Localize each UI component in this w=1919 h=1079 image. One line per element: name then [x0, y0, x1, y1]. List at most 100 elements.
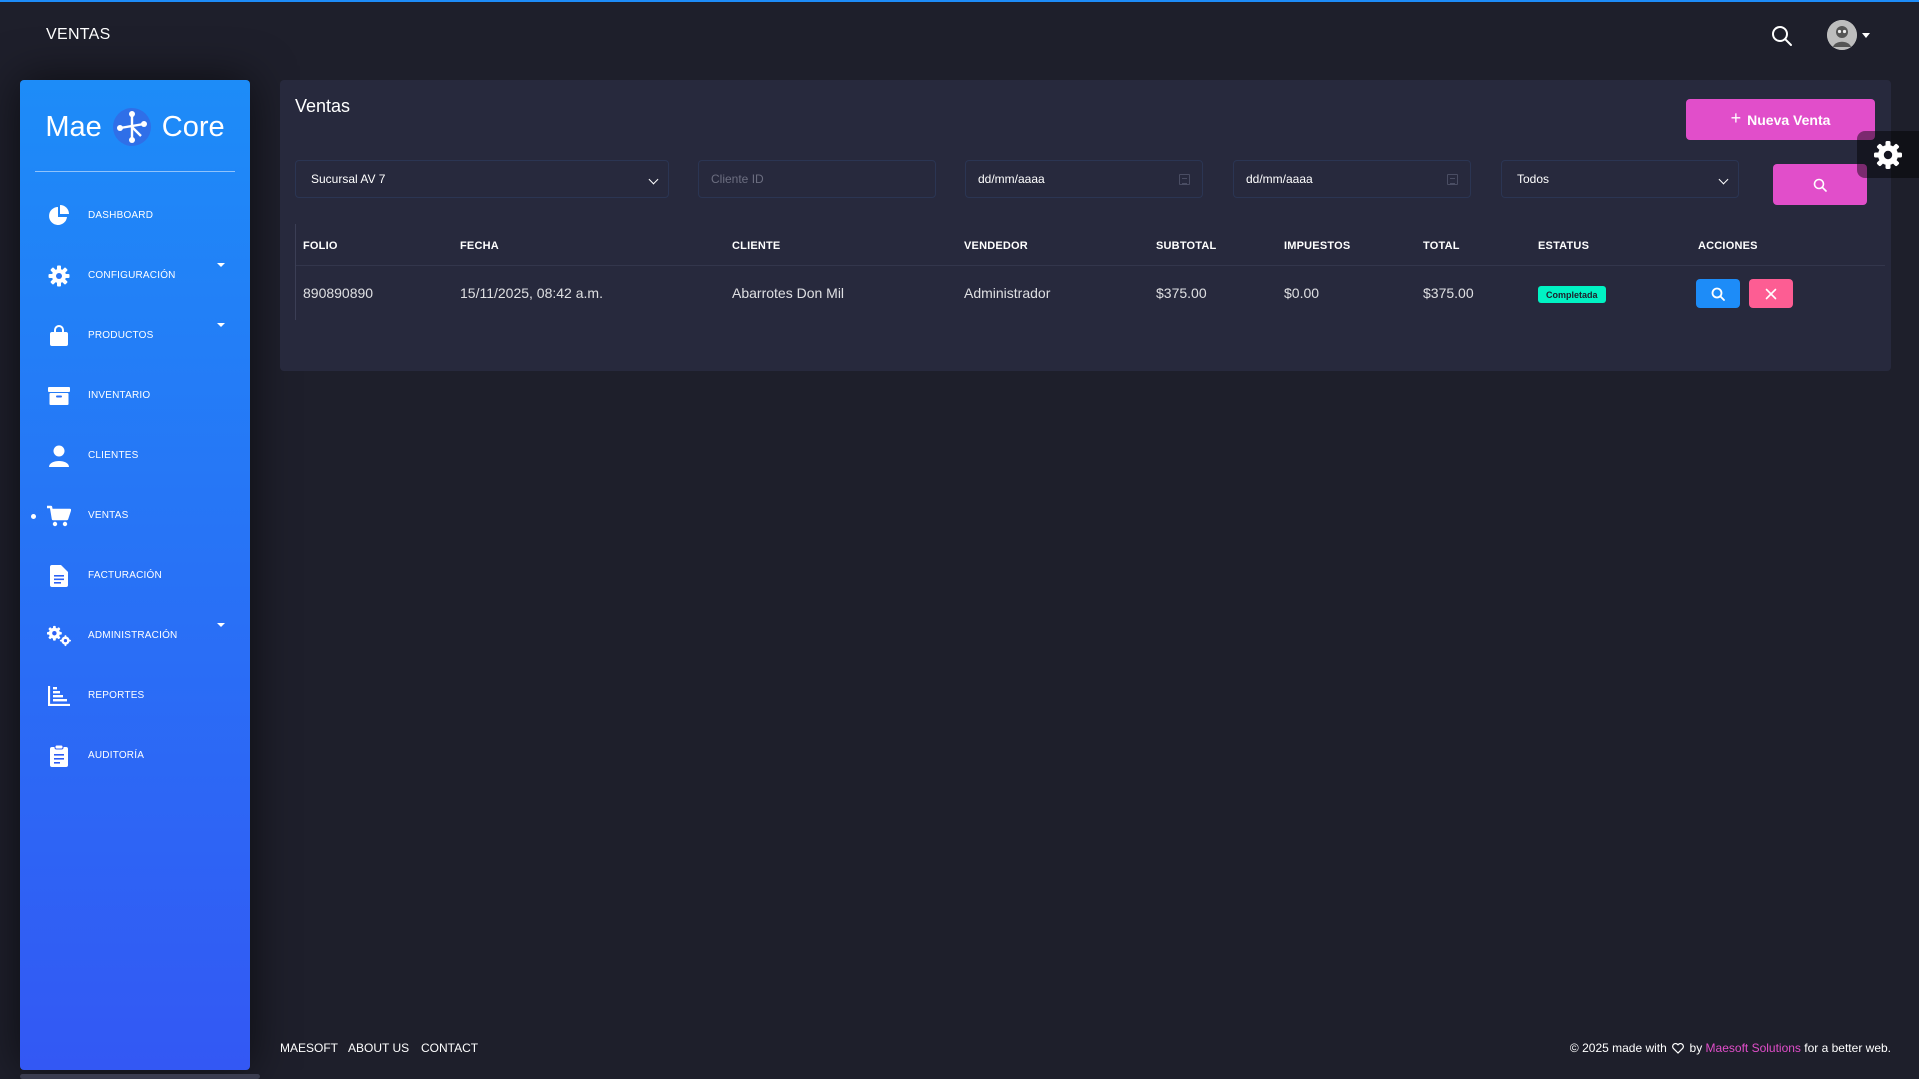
chevron-down-icon: [217, 623, 225, 627]
status-select-value: Todos: [1517, 172, 1550, 186]
column-header[interactable]: SUBTOTAL: [1156, 240, 1216, 252]
copyright-by: by: [1689, 1041, 1703, 1055]
sidebar-item-productos[interactable]: PRODUCTOS: [20, 316, 250, 356]
cell-subtotal: $375.00: [1156, 285, 1207, 301]
cell-folio: 890890890: [303, 285, 374, 301]
sidebar-item-label: CLIENTES: [88, 450, 139, 461]
navbar-title: VENTAS: [46, 26, 111, 43]
sidebar-item-configuracion[interactable]: CONFIGURACIÓN: [20, 256, 250, 296]
sidebar-item-clientes[interactable]: CLIENTES: [20, 436, 250, 476]
copyright: © 2025 made with by Maesoft Solutions fo…: [1570, 1041, 1891, 1055]
date-from-value: dd/mm/aaaa: [978, 172, 1045, 186]
footer-link-about[interactable]: ABOUT US: [348, 1041, 409, 1055]
copyright-suffix: for a better web.: [1804, 1041, 1891, 1055]
cell-cliente: Abarrotes Don Mil: [732, 285, 845, 301]
page-title: Ventas: [295, 96, 351, 116]
horizontal-scrollbar[interactable]: [20, 1074, 260, 1079]
column-header[interactable]: IMPUESTOS: [1284, 240, 1350, 252]
sidebar: Mae Core DASHBOARD CONFIGURACIÓN PRODUCT…: [20, 80, 250, 1070]
footer: MAESOFT ABOUT US CONTACT © 2025 made wit…: [280, 1039, 1891, 1059]
invoice-icon: [47, 565, 71, 587]
top-navbar: VENTAS: [0, 2, 1919, 70]
chevron-down-icon: [217, 263, 225, 267]
active-indicator: [31, 514, 36, 519]
sidebar-item-administracion[interactable]: ADMINISTRACIÓN: [20, 616, 250, 656]
cell-impuestos: $0.00: [1284, 285, 1320, 301]
chevron-down-icon: [217, 323, 225, 327]
archive-box-icon: [47, 385, 71, 407]
user-avatar[interactable]: [1827, 20, 1857, 50]
sidebar-divider: [35, 171, 235, 172]
table-row: 890890890 15/11/2025, 08:42 a.m. Abarrot…: [296, 266, 1885, 320]
sidebar-item-ventas[interactable]: VENTAS: [20, 496, 250, 536]
column-header[interactable]: CLIENTE: [732, 240, 780, 252]
pie-chart-icon: [47, 205, 71, 227]
chevron-down-icon: [648, 174, 659, 185]
sidebar-item-inventario[interactable]: INVENTARIO: [20, 376, 250, 416]
sidebar-item-label: INVENTARIO: [88, 390, 151, 401]
chevron-down-icon: [1718, 174, 1729, 185]
sidebar-item-facturacion[interactable]: FACTURACIÓN: [20, 556, 250, 596]
sales-card: Ventas + Nueva Venta Sucursal AV 7 Clien…: [280, 80, 1891, 371]
gear-icon: [1874, 140, 1902, 169]
network-logo-icon: [112, 108, 151, 146]
search-icon[interactable]: [1770, 24, 1794, 48]
search-icon: [1711, 287, 1725, 301]
cancel-sale-button[interactable]: [1749, 279, 1793, 308]
footer-link-maesoft[interactable]: MAESOFT: [280, 1041, 338, 1055]
cell-fecha: 15/11/2025, 08:42 a.m.: [460, 285, 603, 301]
cell-total: $375.00: [1423, 285, 1474, 301]
shopping-bag-icon: [47, 325, 71, 347]
date-to-input[interactable]: dd/mm/aaaa: [1233, 160, 1471, 198]
clipboard-icon: [47, 745, 71, 767]
sidebar-item-reportes[interactable]: REPORTES: [20, 676, 250, 716]
sidebar-item-label: ADMINISTRACIÓN: [88, 630, 178, 641]
gear-icon: [47, 265, 71, 287]
status-badge: Completada: [1538, 286, 1606, 303]
brand-logo[interactable]: Mae Core: [20, 102, 250, 152]
theme-settings-button[interactable]: [1857, 131, 1919, 178]
client-id-input[interactable]: Cliente ID: [698, 160, 936, 198]
column-header[interactable]: TOTAL: [1423, 240, 1460, 252]
new-sale-button[interactable]: + Nueva Venta: [1686, 99, 1875, 140]
chevron-down-icon[interactable]: [1862, 33, 1870, 38]
cell-vendedor: Administrador: [964, 285, 1051, 301]
sidebar-item-label: CONFIGURACIÓN: [88, 270, 176, 281]
branch-select[interactable]: Sucursal AV 7: [295, 160, 669, 198]
sidebar-item-label: DASHBOARD: [88, 210, 154, 221]
sidebar-item-auditoria[interactable]: AUDITORÍA: [20, 736, 250, 776]
calendar-icon[interactable]: [1179, 174, 1190, 185]
sidebar-item-label: FACTURACIÓN: [88, 570, 162, 581]
column-header[interactable]: ESTATUS: [1538, 240, 1589, 252]
sidebar-item-label: REPORTES: [88, 690, 145, 701]
date-to-value: dd/mm/aaaa: [1246, 172, 1313, 186]
table-header: FOLIO FECHA CLIENTE VENDEDOR SUBTOTAL IM…: [296, 224, 1885, 266]
sidebar-item-label: PRODUCTOS: [88, 330, 154, 341]
sidebar-item-label: VENTAS: [88, 510, 129, 521]
status-select[interactable]: Todos: [1501, 160, 1739, 198]
bar-chart-icon: [47, 685, 71, 707]
column-header[interactable]: FECHA: [460, 240, 499, 252]
sidebar-item-dashboard[interactable]: DASHBOARD: [20, 196, 250, 236]
view-sale-button[interactable]: [1696, 279, 1740, 308]
search-icon: [1813, 178, 1827, 192]
client-id-placeholder: Cliente ID: [711, 172, 764, 186]
close-icon: [1765, 288, 1777, 299]
brand-link[interactable]: Maesoft Solutions: [1706, 1041, 1801, 1055]
gears-icon: [47, 625, 71, 647]
heart-icon: [1672, 1043, 1685, 1054]
search-button[interactable]: [1773, 164, 1867, 205]
column-header: ACCIONES: [1698, 240, 1758, 252]
branch-select-value: Sucursal AV 7: [311, 172, 386, 186]
calendar-icon[interactable]: [1447, 174, 1458, 185]
plus-icon: +: [1730, 108, 1742, 128]
user-icon: [47, 445, 71, 467]
cart-icon: [47, 505, 71, 527]
footer-link-contact[interactable]: CONTACT: [421, 1041, 478, 1055]
column-header[interactable]: FOLIO: [303, 240, 338, 252]
date-from-input[interactable]: dd/mm/aaaa: [965, 160, 1203, 198]
copyright-prefix: © 2025 made with: [1569, 1041, 1667, 1055]
logo-text-left: Mae: [45, 110, 102, 143]
new-sale-label: Nueva Venta: [1747, 111, 1831, 128]
column-header[interactable]: VENDEDOR: [964, 240, 1028, 252]
